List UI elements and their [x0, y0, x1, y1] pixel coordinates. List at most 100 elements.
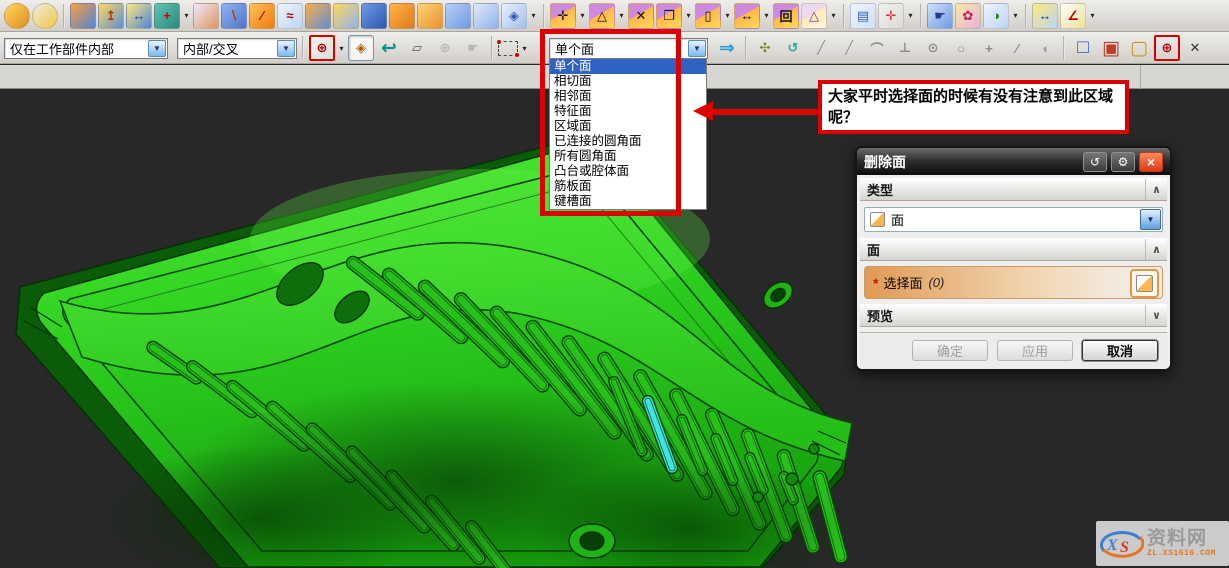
snap-intersection-icon[interactable]: ⊥ [892, 35, 918, 61]
snap-face-icon[interactable]: ◖ [1032, 35, 1058, 61]
chevron-down-icon[interactable] [1140, 209, 1161, 230]
chevron-down-icon[interactable] [148, 40, 166, 57]
assembly-cube-icon[interactable]: ▢ [1126, 35, 1152, 61]
dropdown-caret-icon[interactable]: ▾ [617, 11, 626, 20]
dialog-title-bar[interactable]: 删除面 ↺ ⚙ × [857, 148, 1170, 175]
section-face[interactable]: 面 ∧ [860, 238, 1167, 261]
dropdown-caret-icon[interactable]: ▾ [182, 11, 191, 20]
clipped-edge-icon[interactable]: ✕ [1182, 35, 1208, 61]
wcs-orient-icon[interactable]: ✛ [878, 3, 904, 29]
dropdown-caret-icon[interactable]: ▾ [829, 11, 838, 20]
unite-boolean-icon[interactable]: + [154, 3, 180, 29]
face-blend-icon[interactable] [32, 3, 58, 29]
delete-face-icon[interactable]: ✕ [628, 3, 654, 29]
ok-button[interactable]: 确定 [912, 340, 988, 361]
select-face-button[interactable] [1130, 269, 1159, 298]
dropdown-caret-icon[interactable]: ▾ [723, 11, 732, 20]
move-face-icon[interactable]: ✛ [550, 3, 576, 29]
block-primitive-icon[interactable] [473, 3, 499, 29]
chevron-down-icon[interactable] [277, 40, 295, 57]
face-rule-option[interactable]: 键槽面 [550, 194, 706, 209]
trimmed-sheet-icon[interactable]: ∕ [249, 3, 275, 29]
solid-selection-scope-icon[interactable]: ◈ [348, 35, 374, 61]
reset-icon[interactable]: ↺ [1083, 152, 1107, 172]
curve-rule-combo[interactable]: 内部/交叉 [177, 38, 297, 59]
show-hide-icon[interactable]: ◑ [983, 3, 1009, 29]
scale-body-icon[interactable]: ↔ [126, 3, 152, 29]
wave-geometry-icon[interactable] [361, 3, 387, 29]
snap-quadrant-icon[interactable]: ○ [948, 35, 974, 61]
face-rule-option[interactable]: 已连接的圆角面 [550, 134, 706, 149]
dropdown-caret-icon[interactable]: ▾ [337, 44, 346, 53]
back-arrow-icon[interactable]: ↩ [376, 35, 402, 61]
dropdown-caret-icon[interactable]: ▾ [906, 11, 915, 20]
split-body-icon[interactable]: ∖ [221, 3, 247, 29]
face-rule-option[interactable]: 筋板面 [550, 179, 706, 194]
snap-point-on-curve-icon[interactable]: ⌒ [864, 35, 890, 61]
sew-icon[interactable]: ≈ [277, 3, 303, 29]
apply-button[interactable]: 应用 [997, 340, 1073, 361]
face-rule-option[interactable]: 凸台或腔体面 [550, 164, 706, 179]
chevron-up-icon[interactable]: ∧ [1145, 179, 1167, 200]
reposition-target-icon[interactable]: ⊕ [432, 35, 458, 61]
face-rule-option[interactable]: 相切面 [550, 74, 706, 89]
emboss-body-icon[interactable] [70, 3, 96, 29]
gear-icon[interactable]: ⚙ [1111, 152, 1135, 172]
face-rule-option[interactable]: 相邻面 [550, 89, 706, 104]
section-type[interactable]: 类型 ∧ [860, 178, 1167, 201]
snap-midpoint-icon[interactable]: ╱ [836, 35, 862, 61]
thicken-icon[interactable] [333, 3, 359, 29]
snap-arc-center-icon[interactable]: ⊙ [920, 35, 946, 61]
part-navigator-icon[interactable]: ▤ [850, 3, 876, 29]
measure-distance-icon[interactable]: ↔ [1032, 3, 1058, 29]
assign-material-icon[interactable]: ☛ [927, 3, 953, 29]
dropdown-caret-icon[interactable]: ▾ [1011, 11, 1020, 20]
snap-endpoint-icon[interactable]: ╱ [808, 35, 834, 61]
face-rule-option[interactable]: 单个面 [550, 59, 706, 74]
pull-face-icon[interactable]: △ [589, 3, 615, 29]
pattern-face-icon[interactable]: 回 [773, 3, 799, 29]
ruled-surface-icon[interactable] [417, 3, 443, 29]
find-component-icon[interactable]: ⊕ [1154, 35, 1180, 61]
edit-object-display-icon[interactable]: ✿ [955, 3, 981, 29]
selection-scope-combo[interactable]: 仅在工作部件内部 [4, 38, 168, 59]
patch-body-icon[interactable] [305, 3, 331, 29]
snap-point-icon[interactable]: ✣ [752, 35, 778, 61]
type-dropdown[interactable]: 面 [864, 207, 1163, 232]
edit-section-icon[interactable]: ▣ [1098, 35, 1124, 61]
bounded-plane-icon[interactable] [445, 3, 471, 29]
dropdown-caret-icon[interactable]: ▾ [578, 11, 587, 20]
face-rule-option[interactable]: 区域面 [550, 119, 706, 134]
dropdown-caret-icon[interactable]: ▾ [520, 44, 529, 53]
close-icon[interactable]: × [1139, 152, 1163, 172]
pocket-icon[interactable] [4, 3, 30, 29]
dropdown-caret-icon[interactable]: ▾ [1088, 11, 1097, 20]
dropdown-caret-icon[interactable]: ▾ [684, 11, 693, 20]
face-rule-combo[interactable]: 单个面 [549, 38, 708, 59]
swept-icon[interactable] [389, 3, 415, 29]
section-preview[interactable]: 预览 ∨ [860, 304, 1167, 327]
copy-face-icon[interactable]: ❐ [656, 3, 682, 29]
face-rule-dropdown-list[interactable]: 单个面相切面相邻面特征面区域面已连接的圆角面所有圆角面凸台或腔体面筋板面键槽面 [549, 58, 707, 210]
dropdown-caret-icon[interactable]: ▾ [762, 11, 771, 20]
polyhedron-icon[interactable]: ◈ [501, 3, 527, 29]
chevron-down-icon[interactable] [688, 40, 706, 57]
select-face-row[interactable]: * 选择面 (0) [864, 266, 1163, 299]
marquee-select-icon[interactable] [498, 41, 518, 56]
face-rule-option[interactable]: 特征面 [550, 104, 706, 119]
snap-existing-point-icon[interactable]: + [976, 35, 1002, 61]
measure-angle-icon[interactable]: ∠ [1060, 3, 1086, 29]
dropdown-caret-icon[interactable]: ▾ [529, 11, 538, 20]
resize-face-icon[interactable]: ↔ [734, 3, 760, 29]
eraser-icon[interactable]: ▱ [404, 35, 430, 61]
trim-body-icon[interactable] [193, 3, 219, 29]
selection-filter-icon[interactable]: ⊕ [309, 35, 335, 61]
snapshot-icon[interactable]: ☛ [460, 35, 486, 61]
cut-face-icon[interactable]: ▯ [695, 3, 721, 29]
clip-section-icon[interactable]: □ [1070, 35, 1096, 61]
chevron-down-icon[interactable]: ∨ [1145, 305, 1167, 326]
make-coplanar-icon[interactable]: △ [801, 3, 827, 29]
chevron-up-icon[interactable]: ∧ [1145, 239, 1167, 260]
face-rule-option[interactable]: 所有圆角面 [550, 149, 706, 164]
snap-rotate-point-icon[interactable]: ↺ [780, 35, 806, 61]
